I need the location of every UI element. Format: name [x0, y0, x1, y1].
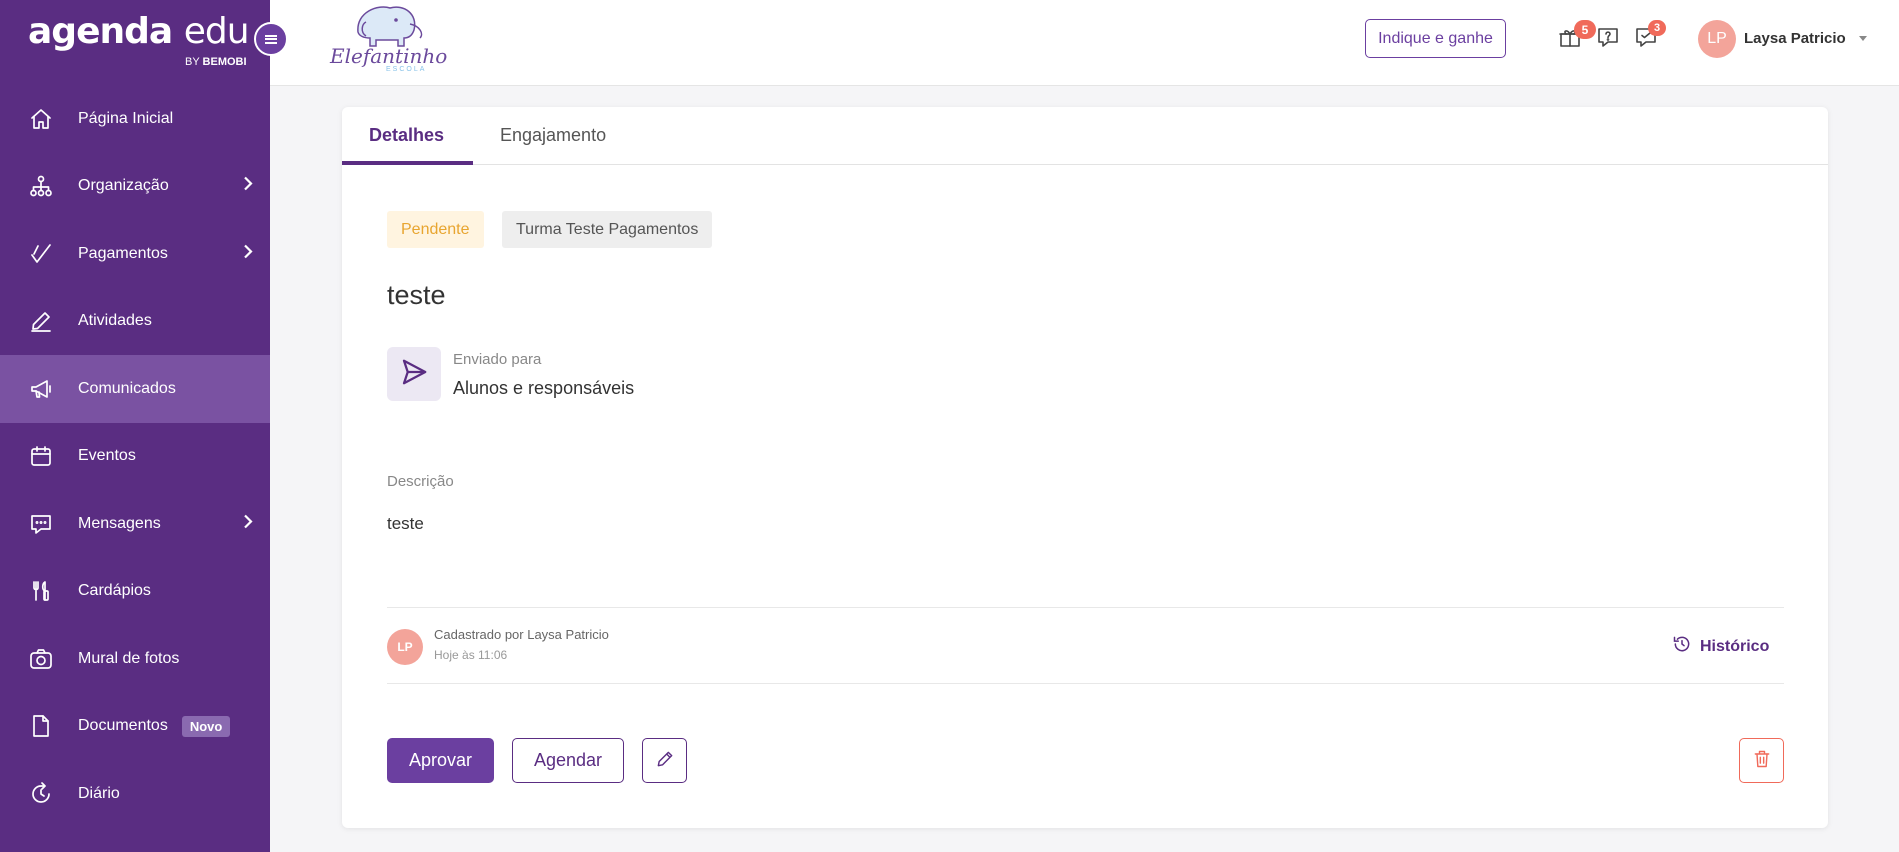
tab-engajamento[interactable]: Engajamento [500, 125, 606, 146]
divider [387, 607, 1784, 608]
brand-name-light: edu [183, 11, 250, 52]
send-icon [399, 357, 429, 392]
sent-to-label: Enviado para [453, 351, 542, 368]
chevron-right-icon [240, 513, 256, 534]
sidebar-nav: Página Inicial Organização Pagamentos At… [0, 85, 270, 828]
sidebar-item-mensagens[interactable]: Mensagens [0, 490, 270, 558]
sidebar-item-cardapios[interactable]: Cardápios [0, 558, 270, 626]
pencil-icon [28, 308, 54, 334]
sidebar-item-label: Pagamentos [78, 244, 168, 262]
referral-button[interactable]: Indique e ganhe [1365, 19, 1506, 58]
gift-button[interactable]: 5 [1556, 20, 1596, 53]
brand-company: BEMOBI [202, 56, 247, 68]
sidebar-item-documentos[interactable]: Documentos Novo [0, 693, 270, 761]
sidebar-item-label: Mural de fotos [78, 649, 180, 667]
brand-logo[interactable]: agenda edu BY BEMOBI [28, 11, 250, 69]
check-icon [28, 241, 54, 267]
history-label: Histórico [1700, 637, 1770, 655]
history-link[interactable]: Histórico [1672, 634, 1769, 659]
sidebar-item-label: Eventos [78, 447, 136, 465]
sidebar-item-pagina-inicial[interactable]: Página Inicial [0, 85, 270, 153]
created-by-text: Cadastrado por Laysa Patricio [434, 627, 609, 642]
sent-to-value: Alunos e responsáveis [453, 378, 635, 398]
calendar-icon [28, 443, 54, 469]
sidebar-item-label: Organização [78, 177, 169, 195]
user-avatar[interactable]: LP [1698, 20, 1736, 58]
pencil-icon [655, 749, 675, 772]
home-icon [28, 106, 54, 132]
detail-card: Detalhes Engajamento Pendente Turma Test… [342, 107, 1828, 828]
sidebar-item-comunicados[interactable]: Comunicados [0, 355, 270, 423]
sidebar-item-mural-de-fotos[interactable]: Mural de fotos [0, 625, 270, 693]
user-name[interactable]: Laysa Patricio [1744, 30, 1846, 47]
description-value: teste [387, 514, 424, 533]
caret-down-icon[interactable] [1859, 36, 1867, 41]
status-badge: Pendente [387, 211, 484, 248]
class-tag: Turma Teste Pagamentos [502, 211, 713, 248]
gift-badge: 5 [1574, 20, 1596, 39]
send-icon-box [387, 347, 441, 401]
help-icon [1596, 25, 1620, 54]
sidebar-item-label: Documentos [78, 717, 168, 735]
document-icon [28, 713, 54, 739]
messages-button[interactable]: 3 [1632, 20, 1666, 53]
divider [387, 683, 1784, 684]
chevron-right-icon [240, 243, 256, 264]
creator-avatar: LP [387, 629, 423, 665]
school-name: Elefantinho [330, 44, 448, 68]
sidebar-item-label: Mensagens [78, 514, 161, 532]
tab-bar: Detalhes Engajamento [342, 107, 1828, 165]
sidebar-item-label: Atividades [78, 312, 152, 330]
sidebar-item-label: Cardápios [78, 582, 151, 600]
history-icon [1672, 634, 1700, 659]
sidebar-item-atividades[interactable]: Atividades [0, 288, 270, 356]
sidebar-item-pagamentos[interactable]: Pagamentos [0, 220, 270, 288]
chevron-right-icon [240, 176, 256, 197]
description-label: Descrição [387, 473, 454, 490]
sidebar-item-organizacao[interactable]: Organização [0, 153, 270, 221]
brand-name-bold: agenda [28, 11, 173, 52]
sidebar-item-label: Página Inicial [78, 109, 174, 127]
megaphone-icon [28, 376, 54, 402]
sidebar-item-eventos[interactable]: Eventos [0, 423, 270, 491]
trash-icon [1752, 749, 1772, 772]
sidebar-item-diario[interactable]: Diário [0, 760, 270, 828]
hamburger-icon [265, 34, 277, 44]
sidebar-item-label: Diário [78, 784, 120, 802]
sidebar: agenda edu BY BEMOBI Página Inicial Orga… [0, 0, 270, 852]
brand-by: BY [185, 56, 200, 68]
org-chart-icon [28, 173, 54, 199]
new-badge: Novo [181, 715, 231, 737]
delete-button[interactable] [1739, 738, 1784, 783]
school-subtitle: ESCOLA [386, 66, 427, 73]
help-button[interactable] [1594, 25, 1622, 53]
page-title: teste [387, 280, 446, 310]
active-tab-indicator [342, 161, 473, 165]
edit-button[interactable] [642, 738, 687, 783]
utensils-icon [28, 578, 54, 604]
refresh-clock-icon [28, 781, 54, 807]
sidebar-item-label: Comunicados [78, 379, 176, 397]
created-at-text: Hoje às 11:06 [434, 648, 508, 662]
camera-icon [28, 646, 54, 672]
menu-toggle-button[interactable] [254, 22, 288, 56]
top-bar: Elefantinho ESCOLA Indique e ganhe 5 3 L… [270, 0, 1899, 86]
schedule-button[interactable]: Agendar [512, 738, 624, 783]
messages-badge: 3 [1648, 20, 1666, 36]
chat-icon [28, 511, 54, 537]
approve-button[interactable]: Aprovar [387, 738, 494, 783]
tab-detalhes[interactable]: Detalhes [369, 125, 444, 146]
